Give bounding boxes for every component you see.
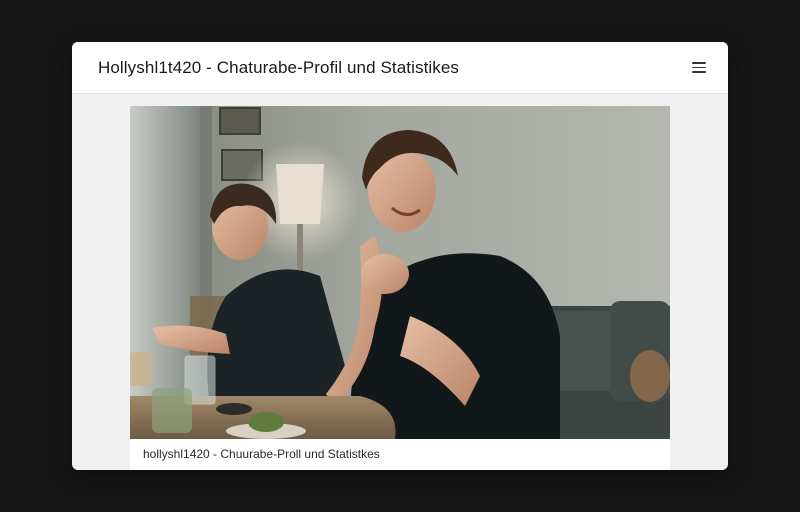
hamburger-menu-icon[interactable] xyxy=(688,57,710,79)
jar xyxy=(152,388,192,433)
image-card: hollyshl1420 - Chuurabe-Proll und Statis… xyxy=(130,106,670,470)
page-header: Hollyshl1t420 - Chaturabe-Profil und Sta… xyxy=(72,42,728,94)
menu-line-middle xyxy=(692,66,706,69)
picture-frame xyxy=(219,107,261,135)
image-caption: hollyshl1420 - Chuurabe-Proll und Statis… xyxy=(143,447,380,461)
page-title: Hollyshl1t420 - Chaturabe-Profil und Sta… xyxy=(98,57,460,77)
browser-window: Hollyshl1t420 - Chaturabe-Profil und Sta… xyxy=(72,42,728,470)
menu-line-bottom xyxy=(692,71,706,73)
menu-line-top xyxy=(692,62,706,64)
lamp-shade xyxy=(276,164,324,224)
profile-photo[interactable] xyxy=(130,106,670,439)
